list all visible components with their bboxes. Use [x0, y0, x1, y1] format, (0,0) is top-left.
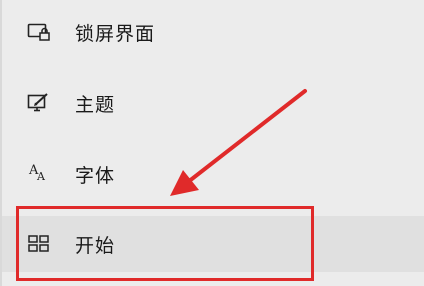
nav-item-start[interactable]: 开始 [2, 216, 424, 272]
settings-personalization-nav: 锁屏界面 主题 AA 字体 开始 [0, 0, 424, 286]
theme-brush-icon [26, 92, 52, 114]
nav-label-fonts: 字体 [75, 164, 116, 187]
nav-item-lock-screen[interactable]: 锁屏界面 [2, 4, 424, 60]
nav-label-start: 开始 [75, 234, 116, 257]
nav-item-fonts[interactable]: AA 字体 [2, 146, 424, 202]
nav-item-theme[interactable]: 主题 [2, 75, 424, 131]
nav-label-theme: 主题 [75, 93, 116, 116]
nav-label-lock-screen: 锁屏界面 [75, 22, 156, 45]
start-grid-icon [26, 233, 52, 255]
lock-screen-icon [26, 21, 52, 43]
font-icon: AA [29, 163, 45, 183]
